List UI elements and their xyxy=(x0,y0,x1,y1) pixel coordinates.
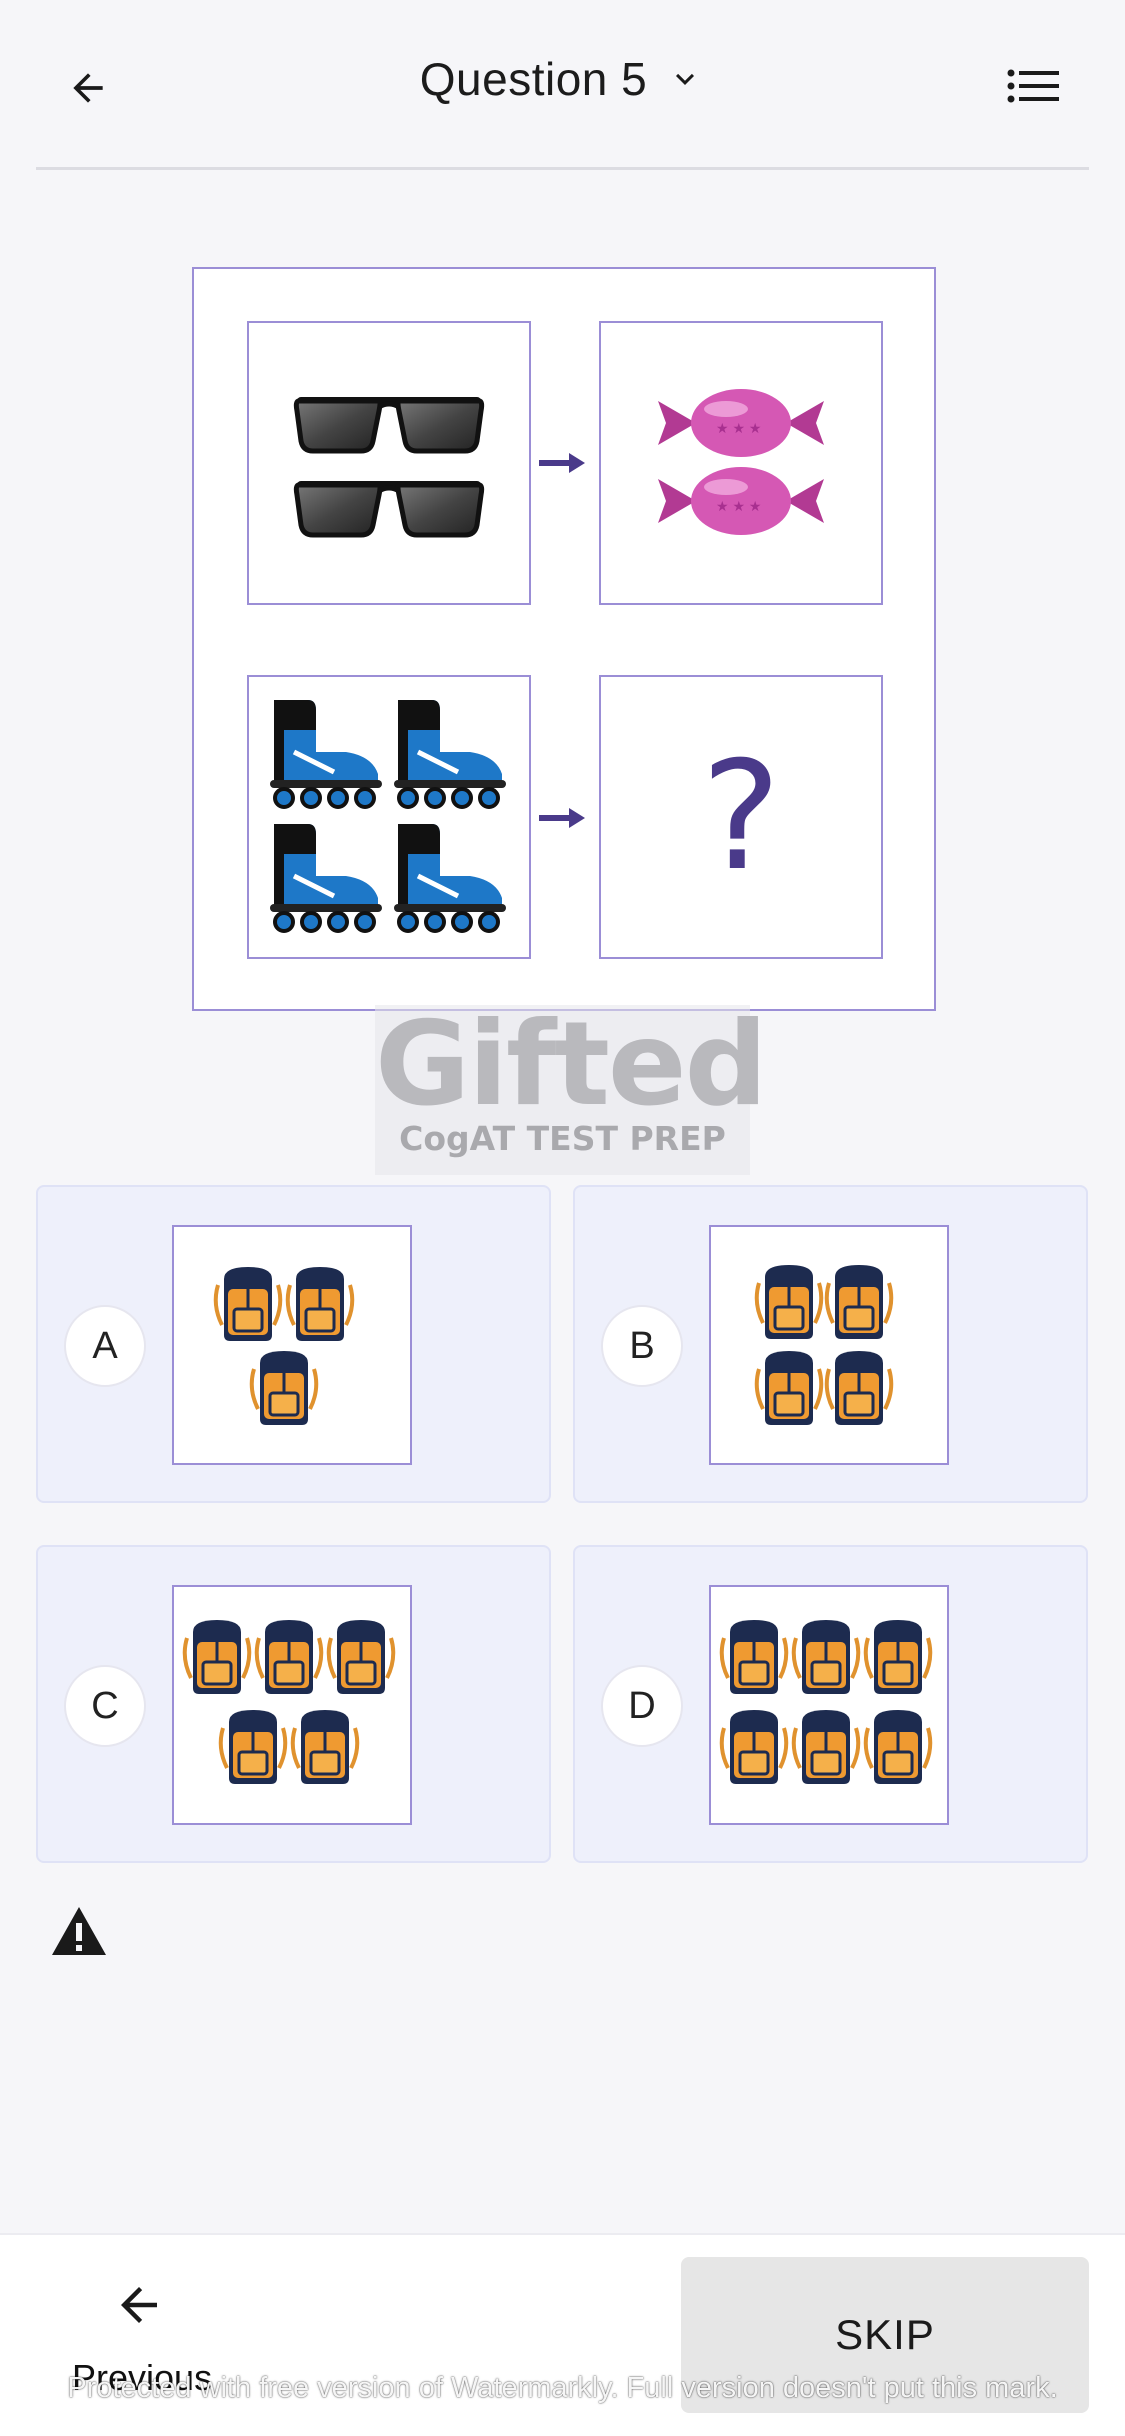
pair1-right-cell: ★ ★ ★ ★ ★ ★ xyxy=(599,321,883,605)
sunglasses-icon xyxy=(293,397,485,538)
header-divider xyxy=(36,167,1089,170)
backpack-icon xyxy=(754,1263,894,1427)
chevron-down-icon xyxy=(665,59,705,99)
option-letter: A xyxy=(64,1305,146,1387)
pair1-left-cell xyxy=(247,321,531,605)
pair2-left-cell xyxy=(247,675,531,959)
top-bar: Question 5 xyxy=(0,0,1125,170)
brand-tagline: CogAT TEST PREP xyxy=(399,1119,726,1158)
svg-text:★ ★ ★: ★ ★ ★ xyxy=(716,420,761,436)
question-mark: ? xyxy=(701,730,781,904)
option-letter: C xyxy=(64,1665,146,1747)
pair2-right-cell: ? xyxy=(599,675,883,959)
arrow-right-icon xyxy=(539,808,585,828)
question-list-button[interactable] xyxy=(1001,58,1065,114)
option-c[interactable]: C xyxy=(36,1545,551,1863)
brand-name: Gifted xyxy=(375,997,768,1132)
backpack-icon xyxy=(213,1265,355,1427)
arrow-right-icon xyxy=(539,453,585,473)
option-d-image xyxy=(709,1585,949,1825)
candy-icon: ★ ★ ★ ★ ★ ★ xyxy=(658,389,824,535)
brand-logo: Gifted CogAT TEST PREP xyxy=(375,997,768,1175)
option-a[interactable]: A xyxy=(36,1185,551,1503)
page-title: Question 5 xyxy=(419,53,648,105)
option-a-image xyxy=(172,1225,412,1465)
backpack-icon xyxy=(182,1618,396,1786)
list-icon xyxy=(1007,69,1059,103)
warning-icon xyxy=(52,1907,106,1955)
report-issue-button[interactable] xyxy=(50,1905,108,1957)
watermark-text: Protected with free version of Watermark… xyxy=(67,2372,1058,2404)
option-letter: D xyxy=(601,1665,683,1747)
option-d[interactable]: D xyxy=(573,1545,1088,1863)
question-selector[interactable]: Question 5 xyxy=(0,52,1125,106)
question-figure: ★ ★ ★ ★ ★ ★ ? xyxy=(192,267,936,1011)
backpack-icon xyxy=(719,1618,933,1786)
roller-skates-icon xyxy=(264,692,514,942)
option-b-image xyxy=(709,1225,949,1465)
option-c-image xyxy=(172,1585,412,1825)
svg-text:★ ★ ★: ★ ★ ★ xyxy=(716,498,761,514)
option-b[interactable]: B xyxy=(573,1185,1088,1503)
option-letter: B xyxy=(601,1305,683,1387)
arrow-left-icon xyxy=(121,2287,157,2323)
